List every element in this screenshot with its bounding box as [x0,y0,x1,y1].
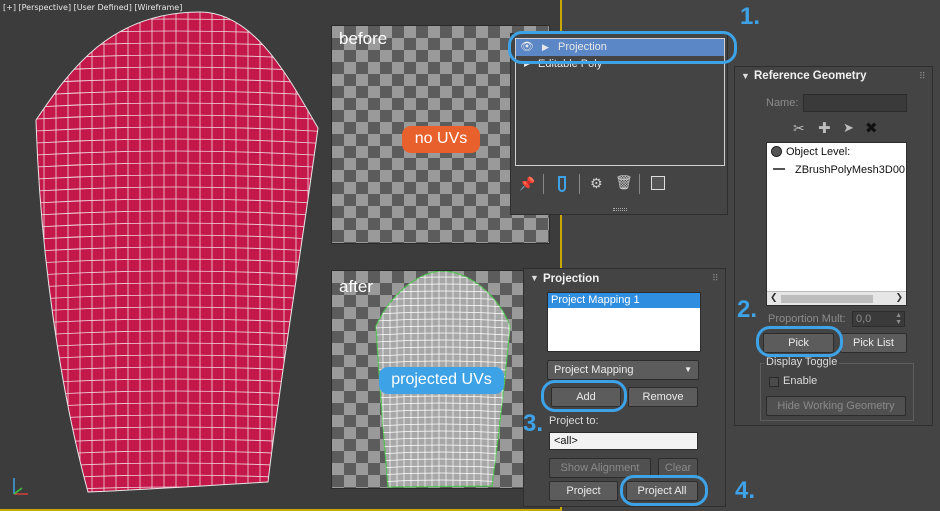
configure-sets-icon[interactable] [651,176,665,190]
step-number-4: 4. [735,477,756,504]
resize-grip-icon[interactable] [613,208,627,211]
projection-rollout-title[interactable]: Projection [543,273,599,285]
sphere-icon [771,146,782,157]
collapse-toggle-icon[interactable]: ▼ [530,273,539,283]
project-to-field[interactable]: <all> [549,432,698,450]
pin-stack-icon[interactable]: 📌 [519,176,535,192]
add-icon[interactable]: ✚ [818,119,831,137]
callout-ring-add [541,380,627,412]
pick-list-button[interactable]: Pick List [840,333,907,353]
axis-gizmo-icon [13,478,28,495]
project-to-label: Project to: [549,415,599,427]
hide-working-geometry-button[interactable]: Hide Working Geometry [766,396,906,416]
trash-icon[interactable]: 🗑 [615,174,633,191]
list-item-label: ZBrushPolyMesh3D00 [795,164,906,176]
spinner-arrows-icon[interactable]: ▲ ▼ [895,312,902,326]
spinner-value: 0,0 [856,313,872,325]
cursor-icon[interactable]: ➤ [843,120,854,136]
make-unique-icon[interactable]: ⚙ [590,175,603,192]
step-number-3: 3. [523,410,544,437]
enable-checkbox[interactable] [769,377,779,387]
list-item[interactable]: ZBrushPolyMesh3D00 [767,161,906,179]
enable-label: Enable [783,375,818,387]
horizontal-scrollbar[interactable]: ❮ ❯ [767,291,906,305]
callout-ring-pick [756,326,843,357]
reference-rollout-title[interactable]: Reference Geometry [754,70,867,82]
no-uvs-badge: no UVs [402,126,480,153]
toolbar-divider [543,174,544,194]
remove-button[interactable]: Remove [628,387,698,407]
list-item-label: Object Level: [786,146,851,158]
projected-uvs-badge: projected UVs [379,367,504,394]
before-title: before [339,29,388,48]
reference-list[interactable]: Object Level: ZBrushPolyMesh3D00 ❮ ❯ [766,142,907,306]
show-end-result-icon[interactable] [558,176,566,192]
step-number-2: 2. [737,296,758,323]
scissors-icon[interactable]: ✂ [793,120,805,137]
toolbar-divider [639,174,640,194]
proportion-mult-spinner[interactable]: 0,0 ▲ ▼ [852,311,905,327]
scroll-left-icon[interactable]: ❮ [770,292,778,303]
name-label: Name: [766,97,799,109]
chevron-down-icon: ▼ [684,365,692,374]
dropdown-value: Project Mapping [554,364,634,376]
collapse-toggle-icon[interactable]: ▼ [741,71,750,81]
scroll-right-icon[interactable]: ❯ [895,292,903,303]
name-field[interactable] [803,94,907,112]
proportion-mult-label: Proportion Mult: [768,313,846,325]
callout-ring-projection [508,31,737,64]
reference-geometry-rollout: ▼ Reference Geometry ⠿ Name: ✂ ✚ ➤ ✖ Obj… [734,66,933,426]
step-number-1: 1. [740,3,761,30]
project-button[interactable]: Project [549,481,618,501]
rollout-grip-icon[interactable]: ⠿ [712,273,719,284]
scrollbar-thumb[interactable] [781,295,873,303]
rollout-grip-icon[interactable]: ⠿ [919,71,926,82]
display-toggle-label: Display Toggle [764,356,840,368]
projection-type-dropdown[interactable]: Project Mapping ▼ [547,360,699,380]
after-panel: after projected UVs [331,270,550,489]
list-item[interactable]: Project Mapping 1 [548,293,700,308]
delete-x-icon[interactable]: ✖ [865,119,878,137]
callout-ring-project-all [620,475,708,506]
list-item[interactable]: Object Level: [767,143,906,161]
projection-list[interactable]: Project Mapping 1 [547,292,701,352]
dash-icon [773,168,785,170]
toolbar-divider [579,174,580,194]
